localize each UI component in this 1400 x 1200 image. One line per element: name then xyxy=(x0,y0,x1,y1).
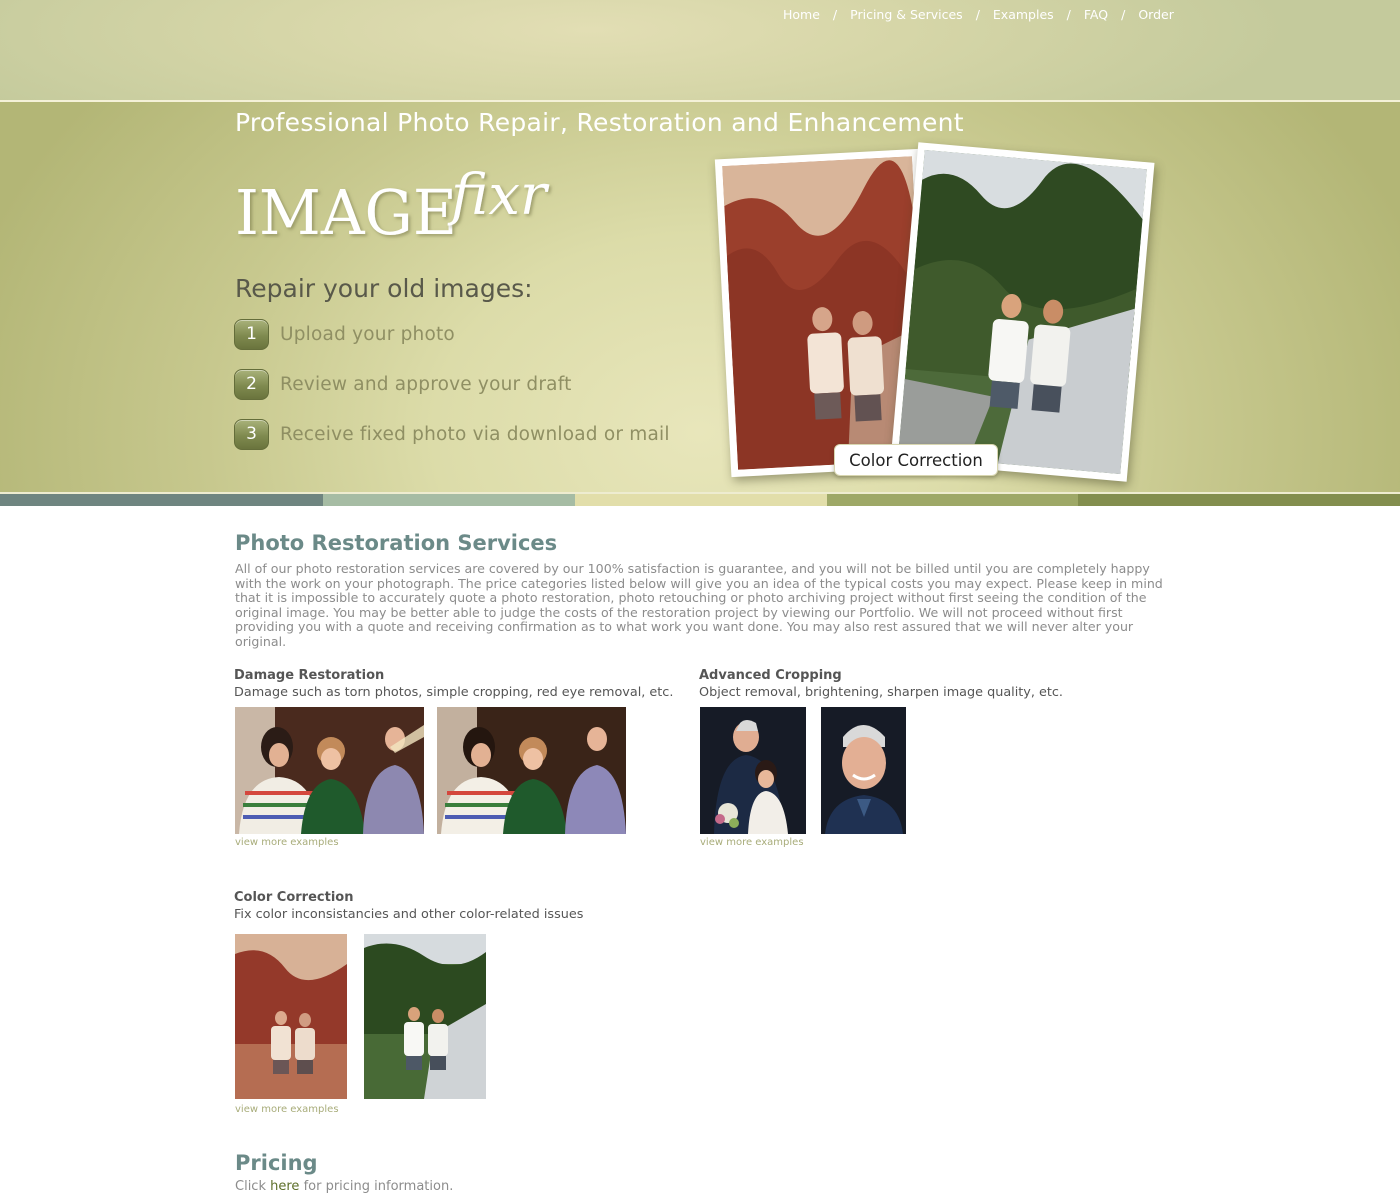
nav-examples-link[interactable]: Examples xyxy=(993,7,1054,22)
step-text: Upload your photo xyxy=(280,323,455,345)
photo-caption-label: Color Correction xyxy=(834,444,998,476)
color-after-thumbnail[interactable] xyxy=(364,934,486,1099)
advanced-cropping-title: Advanced Cropping xyxy=(699,668,842,683)
site-header: Home / Pricing & Services / Examples / F… xyxy=(0,0,1400,100)
cropping-after-thumbnail[interactable] xyxy=(821,707,906,834)
step-text: Receive fixed photo via download or mail xyxy=(280,423,670,445)
hero-tagline: Professional Photo Repair, Restoration a… xyxy=(235,108,964,137)
color-stripe xyxy=(575,494,827,506)
advanced-cropping-desc: Object removal, brightening, sharpen ima… xyxy=(699,685,1063,700)
damage-restoration-desc: Damage such as torn photos, simple cropp… xyxy=(234,685,674,700)
color-stripe xyxy=(323,494,575,506)
step-number-badge: 3 xyxy=(234,418,269,450)
nav-faq-link[interactable]: FAQ xyxy=(1084,7,1108,22)
color-before-thumbnail[interactable] xyxy=(235,934,347,1099)
pricing-text-before: Click xyxy=(235,1179,266,1194)
corrected-hiking-photo-image xyxy=(898,149,1147,475)
nav-separator: / xyxy=(1066,6,1071,22)
pricing-text-after: for pricing information. xyxy=(303,1179,454,1194)
damage-before-thumbnail[interactable] xyxy=(235,707,424,834)
nav-order-link[interactable]: Order xyxy=(1138,7,1174,22)
hero-banner: Professional Photo Repair, Restoration a… xyxy=(0,102,1400,492)
step-number-badge: 1 xyxy=(234,318,269,350)
damage-restoration-title: Damage Restoration xyxy=(234,668,385,683)
color-stripe xyxy=(827,494,1078,506)
services-intro: All of our photo restoration services ar… xyxy=(235,561,1163,649)
color-stripe xyxy=(0,494,323,506)
repair-heading: Repair your old images: xyxy=(235,274,533,303)
pricing-title: Pricing xyxy=(235,1151,318,1175)
pricing-text: Click here for pricing information. xyxy=(235,1179,453,1194)
nav-separator: / xyxy=(975,6,980,22)
step-number-badge: 2 xyxy=(234,368,269,400)
color-view-more-link[interactable]: view more examples xyxy=(235,1104,339,1115)
nav-home-link[interactable]: Home xyxy=(783,7,820,22)
color-correction-title: Color Correction xyxy=(234,890,354,905)
color-stripe xyxy=(1078,494,1400,506)
services-title: Photo Restoration Services xyxy=(235,531,558,555)
nav-separator: / xyxy=(1121,6,1126,22)
color-stripe-bar xyxy=(0,494,1400,506)
svg-text:IMAGE: IMAGE xyxy=(235,176,457,242)
nav-pricing-services-link[interactable]: Pricing & Services xyxy=(850,7,963,22)
step-3: 3 Receive fixed photo via download or ma… xyxy=(234,418,670,450)
damage-view-more-link[interactable]: view more examples xyxy=(235,837,339,848)
step-2: 2 Review and approve your draft xyxy=(234,368,572,400)
nav-separator: / xyxy=(832,6,838,22)
damage-after-thumbnail[interactable] xyxy=(437,707,626,834)
step-text: Review and approve your draft xyxy=(280,373,572,395)
cropping-view-more-link[interactable]: view more examples xyxy=(700,837,804,848)
color-correction-desc: Fix color inconsistancies and other colo… xyxy=(234,907,584,922)
step-1: 1 Upload your photo xyxy=(234,318,455,350)
pricing-here-link[interactable]: here xyxy=(270,1179,299,1194)
top-navigation: Home / Pricing & Services / Examples / F… xyxy=(783,6,1174,22)
imagefixr-logo[interactable]: IMAGE fixr xyxy=(233,156,563,242)
cropping-before-thumbnail[interactable] xyxy=(700,707,806,834)
svg-text:fixr: fixr xyxy=(447,163,550,228)
after-photo xyxy=(890,142,1155,482)
